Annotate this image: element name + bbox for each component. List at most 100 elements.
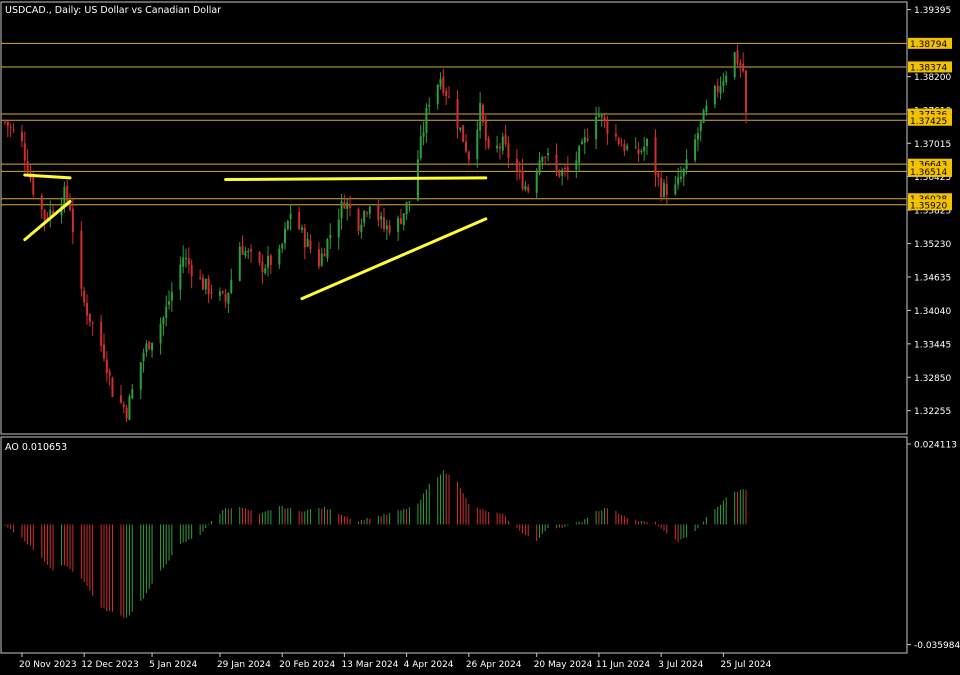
candle-body [377, 205, 380, 221]
candle-body [12, 129, 15, 131]
candle-body [380, 216, 383, 220]
price-tick-label: 1.33445 [914, 340, 951, 350]
candle-body [725, 75, 728, 83]
candle-body [428, 104, 431, 107]
candle-body [267, 255, 270, 268]
candle-body [442, 76, 445, 93]
candle-body [399, 218, 402, 224]
candle-body [168, 301, 171, 305]
candle-body [736, 50, 739, 64]
candle-body [86, 302, 89, 316]
time-tick-label: 13 Mar 2024 [341, 660, 398, 670]
candle-body [289, 213, 292, 220]
candle-body [397, 218, 400, 232]
price-tick-label: 1.39395 [914, 6, 951, 16]
time-tick-label: 20 May 2024 [534, 660, 593, 670]
candle-body [337, 219, 340, 238]
trendline [224, 176, 488, 182]
level-label: 1.38374 [910, 63, 947, 73]
candle-body [679, 176, 682, 179]
candle-body [238, 246, 241, 281]
candle-body [487, 138, 490, 148]
candle-body [43, 210, 46, 220]
candle-body [20, 131, 23, 142]
candle-body [646, 139, 649, 146]
candle-body [595, 116, 598, 140]
candle-body [363, 211, 366, 223]
candle-body [419, 136, 422, 159]
candle-body [422, 132, 425, 137]
candle-body [504, 134, 507, 145]
candle-body [102, 344, 105, 359]
candle-body [9, 126, 12, 128]
candle-body [408, 201, 411, 203]
candle-body [448, 96, 451, 98]
candle-body [329, 235, 332, 239]
candle-body [481, 105, 484, 122]
candle-body [187, 258, 190, 265]
candle-body [105, 359, 108, 374]
time-tick-label: 26 Apr 2024 [466, 660, 522, 670]
candle-body [544, 156, 547, 158]
candle-body [702, 109, 705, 123]
candle-body [349, 204, 352, 208]
level-label: 1.35920 [910, 201, 947, 211]
candle-body [436, 84, 439, 105]
candle-body [247, 250, 250, 252]
candle-body [199, 277, 202, 279]
candle-body [739, 62, 742, 66]
candle-body [547, 152, 550, 156]
candle-body [148, 341, 151, 350]
candle-body [425, 107, 428, 133]
candle-body [541, 156, 544, 162]
candle-body [368, 206, 371, 214]
price-tick-label: 1.34040 [914, 307, 951, 317]
candle-body [617, 138, 620, 145]
candle-body [283, 228, 286, 244]
candle-body [620, 145, 623, 147]
candle-body [719, 86, 722, 94]
candle-body [108, 371, 111, 376]
candle-body [665, 183, 668, 196]
candle-body [501, 136, 504, 151]
candle-body [713, 85, 716, 105]
level-label: 1.38794 [910, 40, 947, 50]
candle-body [385, 225, 388, 230]
candle-body [527, 186, 530, 192]
candle-body [182, 257, 185, 267]
candle-body [705, 105, 708, 113]
candle-body [654, 137, 657, 175]
price-tick-label: 1.34635 [914, 273, 951, 283]
candle-body [634, 147, 637, 149]
candle-body [122, 404, 125, 408]
candle-body [151, 342, 154, 351]
candle-body [402, 213, 405, 225]
candle-body [250, 248, 253, 252]
level-label: 1.37425 [910, 117, 947, 127]
candle-body [507, 143, 510, 158]
candle-body [600, 114, 603, 117]
candle-body [657, 172, 660, 178]
candle-body [244, 251, 247, 256]
candle-body [230, 279, 233, 293]
candle-body [343, 202, 346, 209]
level-label: 1.36514 [910, 168, 947, 178]
candle-body [484, 120, 487, 141]
candle-body [221, 291, 224, 293]
candle-body [281, 244, 284, 249]
candle-body [300, 227, 303, 230]
time-tick-label: 20 Feb 2024 [279, 660, 335, 670]
candle-body [185, 257, 188, 259]
candle-body [366, 212, 369, 214]
candle-body [643, 146, 646, 152]
candle-body [439, 78, 442, 87]
candle-body [207, 278, 210, 295]
candle-body [340, 201, 343, 219]
candle-body [662, 182, 665, 197]
candle-body [224, 293, 227, 302]
candle-body [80, 230, 83, 289]
candle-body [677, 177, 680, 185]
candle-body [204, 278, 207, 290]
price-tick-label: 1.32255 [914, 407, 951, 417]
candle-body [139, 362, 142, 390]
